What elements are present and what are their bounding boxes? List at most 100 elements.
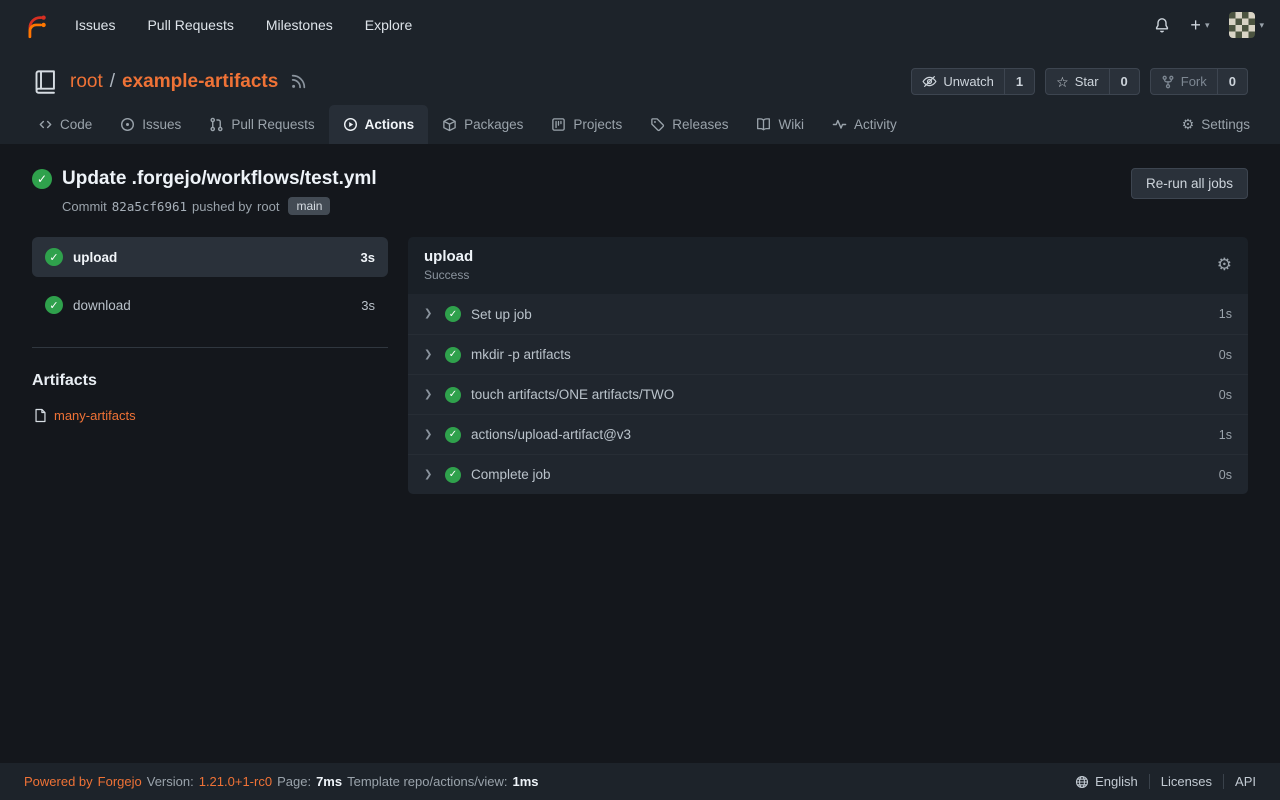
star-button[interactable]: ☆ Star 0	[1045, 68, 1140, 95]
step-row[interactable]: ❯ ✓ touch artifacts/ONE artifacts/TWO 0s	[408, 374, 1248, 414]
tab-packages[interactable]: Packages	[428, 105, 537, 144]
step-duration: 0s	[1219, 388, 1232, 402]
success-check-icon: ✓	[445, 306, 461, 322]
artifact-item[interactable]: many-artifacts	[32, 408, 388, 423]
create-new-dropdown[interactable]: + ▾	[1190, 16, 1209, 34]
watch-count[interactable]: 1	[1004, 69, 1034, 94]
version-label: Version:	[147, 774, 194, 789]
eye-off-icon	[922, 74, 937, 89]
rerun-all-jobs-button[interactable]: Re-run all jobs	[1131, 168, 1248, 199]
fork-count[interactable]: 0	[1217, 69, 1247, 94]
tab-pull-requests-label: Pull Requests	[231, 117, 314, 132]
nav-item-issues[interactable]: Issues	[75, 17, 115, 33]
chevron-right-icon: ❯	[424, 309, 435, 319]
tab-pull-requests[interactable]: Pull Requests	[195, 105, 328, 144]
step-row[interactable]: ❯ ✓ Complete job 0s	[408, 454, 1248, 494]
page-time-value: 7ms	[316, 774, 342, 789]
tab-activity-label: Activity	[854, 117, 897, 132]
step-name: Set up job	[471, 307, 532, 322]
repo-action-buttons: Unwatch 1 ☆ Star 0 Fork 0	[911, 68, 1248, 95]
navbar-links: Issues Pull Requests Milestones Explore	[75, 17, 412, 33]
star-count[interactable]: 0	[1109, 69, 1139, 94]
step-row[interactable]: ❯ ✓ Set up job 1s	[408, 294, 1248, 334]
powered-by-link[interactable]: Powered by	[24, 774, 93, 789]
play-circle-icon	[343, 117, 358, 132]
commit-label: Commit	[62, 199, 107, 214]
repo-icon	[32, 68, 59, 95]
run-header: ✓ Update .forgejo/workflows/test.yml Com…	[32, 168, 1248, 215]
unwatch-button[interactable]: Unwatch 1	[911, 68, 1035, 95]
plus-icon: +	[1190, 16, 1201, 34]
tab-projects-label: Projects	[573, 117, 622, 132]
job-options-gear-icon[interactable]: ⚙	[1217, 255, 1232, 275]
pull-request-icon	[209, 117, 224, 132]
job-row-upload[interactable]: ✓ upload 3s	[32, 237, 388, 277]
tab-projects[interactable]: Projects	[537, 105, 636, 144]
version-link[interactable]: 1.21.0+1-rc0	[199, 774, 272, 789]
api-link[interactable]: API	[1223, 774, 1256, 789]
top-navbar: Issues Pull Requests Milestones Explore …	[0, 0, 1280, 50]
job-name: upload	[73, 250, 117, 265]
star-icon: ☆	[1056, 75, 1069, 89]
tab-wiki[interactable]: Wiki	[742, 105, 818, 144]
page-time-label: Page:	[277, 774, 311, 789]
code-icon	[38, 117, 53, 132]
step-row[interactable]: ❯ ✓ actions/upload-artifact@v3 1s	[408, 414, 1248, 454]
rss-icon[interactable]	[290, 73, 307, 90]
footer: Powered by Forgejo Version: 1.21.0+1-rc0…	[0, 763, 1280, 800]
tab-activity[interactable]: Activity	[818, 105, 911, 144]
licenses-link[interactable]: Licenses	[1149, 774, 1223, 789]
tab-actions[interactable]: Actions	[329, 105, 429, 144]
tab-code-label: Code	[60, 117, 92, 132]
actions-run-page: ✓ Update .forgejo/workflows/test.yml Com…	[0, 144, 1280, 763]
chevron-right-icon: ❯	[424, 470, 435, 480]
job-detail-title-block: upload Success	[424, 248, 473, 282]
repo-name-link[interactable]: example-artifacts	[122, 71, 278, 93]
file-icon	[34, 408, 47, 423]
repo-header: root / example-artifacts Unwatch	[0, 50, 1280, 144]
fork-button[interactable]: Fork 0	[1150, 68, 1248, 95]
language-selector[interactable]: English	[1064, 774, 1149, 789]
jobs-sidebar: ✓ upload 3s ✓ download 3s Artifacts many…	[32, 237, 388, 494]
step-duration: 0s	[1219, 348, 1232, 362]
job-row-download[interactable]: ✓ download 3s	[32, 285, 388, 325]
gear-icon: ⚙	[1182, 118, 1195, 132]
step-row[interactable]: ❯ ✓ mkdir -p artifacts 0s	[408, 334, 1248, 374]
fork-icon	[1161, 75, 1175, 89]
pushed-by-label: pushed by	[192, 199, 252, 214]
forgejo-logo-icon[interactable]	[22, 12, 49, 39]
pulse-icon	[832, 117, 847, 132]
tab-releases[interactable]: Releases	[636, 105, 742, 144]
chevron-right-icon: ❯	[424, 350, 435, 360]
nav-item-explore[interactable]: Explore	[365, 17, 412, 33]
job-detail-card: upload Success ⚙ ❯ ✓ Set up job 1s ❯ ✓	[408, 237, 1248, 494]
tab-settings[interactable]: ⚙ Settings	[1168, 105, 1264, 144]
branch-badge[interactable]: main	[288, 197, 330, 215]
commit-sha-link[interactable]: 82a5cf6961	[112, 199, 187, 214]
repo-tabbar: Code Issues Pull Requests Actions Packag…	[0, 105, 1280, 144]
pusher-link[interactable]: root	[257, 199, 279, 214]
artifacts-heading: Artifacts	[32, 372, 388, 390]
footer-right: English Licenses API	[1064, 774, 1256, 789]
star-label: Star	[1075, 74, 1099, 89]
tab-code[interactable]: Code	[24, 105, 106, 144]
step-duration: 1s	[1219, 307, 1232, 321]
fork-label: Fork	[1181, 74, 1207, 89]
tab-issues[interactable]: Issues	[106, 105, 195, 144]
template-time-value: 1ms	[513, 774, 539, 789]
success-check-icon: ✓	[32, 169, 52, 189]
job-duration: 3s	[361, 250, 375, 265]
nav-item-pull-requests[interactable]: Pull Requests	[147, 17, 233, 33]
repo-owner-link[interactable]: root	[70, 71, 103, 93]
forgejo-link[interactable]: Forgejo	[98, 774, 142, 789]
tag-icon	[650, 117, 665, 132]
chevron-right-icon: ❯	[424, 390, 435, 400]
run-title: Update .forgejo/workflows/test.yml	[62, 168, 377, 190]
project-board-icon	[551, 117, 566, 132]
artifact-download-link[interactable]: many-artifacts	[54, 408, 136, 423]
notifications-bell-icon[interactable]	[1154, 17, 1170, 33]
nav-item-milestones[interactable]: Milestones	[266, 17, 333, 33]
success-check-icon: ✓	[445, 467, 461, 483]
user-menu[interactable]: ▾	[1229, 12, 1264, 38]
breadcrumb-separator: /	[110, 71, 115, 93]
